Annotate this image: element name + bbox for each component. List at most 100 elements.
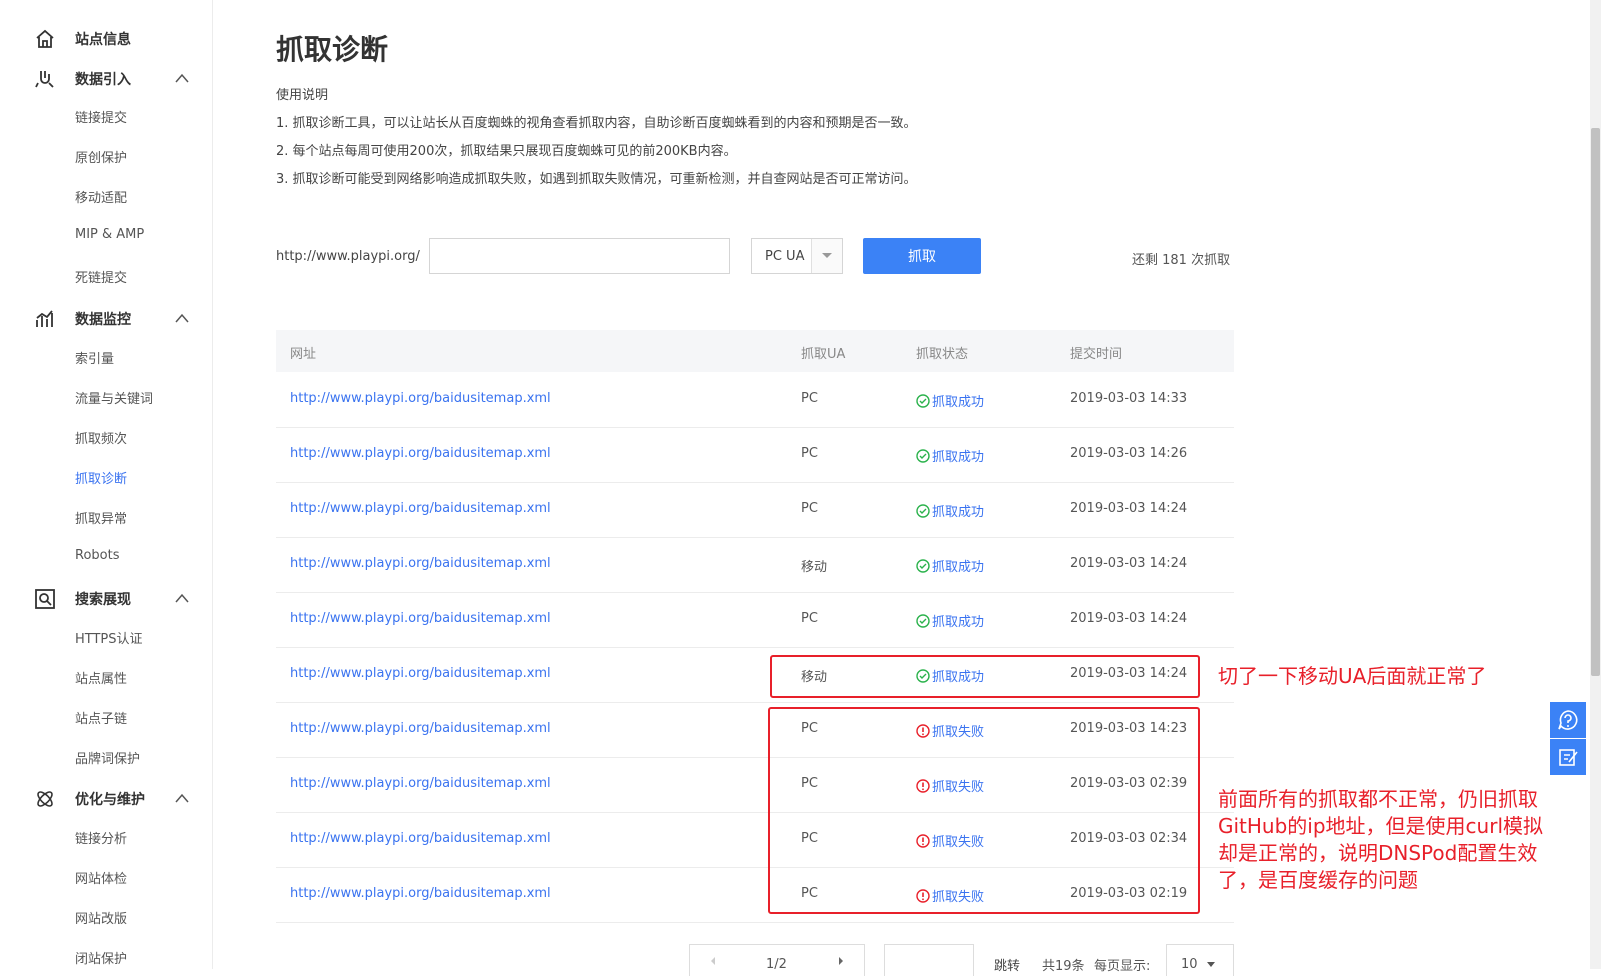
row-time: 2019-03-03 14:24 (1070, 556, 1188, 571)
row-status[interactable]: 抓取成功 (916, 556, 984, 575)
sidebar-item-deadlink[interactable]: 死链提交 (75, 267, 127, 286)
sidebar-item-mip-amp[interactable]: MIP & AMP (75, 227, 144, 242)
help-button[interactable] (1550, 702, 1586, 738)
sidebar-item-link-analysis[interactable]: 链接分析 (75, 828, 127, 847)
row-url-link[interactable]: http://www.playpi.org/baidusitemap.xml (290, 611, 551, 626)
row-url-link[interactable]: http://www.playpi.org/baidusitemap.xml (290, 501, 551, 516)
table-row: http://www.playpi.org/baidusitemap.xml 移动… (276, 537, 1234, 593)
ua-select-arrow[interactable] (811, 239, 842, 273)
ua-select[interactable]: PC UA (751, 238, 843, 274)
annotation-note-1: 切了一下移动UA后面就正常了 (1218, 664, 1487, 688)
total-count: 共19条 (1042, 959, 1085, 974)
sidebar-item-crawl-diagnosis[interactable]: 抓取诊断 (75, 468, 127, 487)
sidebar-item-crawl-frequency[interactable]: 抓取频次 (75, 428, 127, 447)
sidebar-item-close-protect[interactable]: 闭站保护 (75, 948, 127, 967)
annotation-note-line: GitHub的ip地址，但是使用curl模拟 (1218, 814, 1544, 838)
page-size-select[interactable]: 10 (1166, 944, 1234, 976)
table-header: 网址 抓取UA 抓取状态 提交时间 (276, 330, 1234, 372)
chevron-up-icon (175, 313, 189, 323)
instruction-line: 2. 每个站点每周可使用200次，抓取结果只展现百度蜘蛛可见的前200KB内容。 (276, 144, 737, 159)
sidebar-item-brand-protect[interactable]: 品牌词保护 (75, 748, 140, 767)
sidebar-item-site-info[interactable]: 站点信息 (0, 18, 212, 58)
sidebar-item-mobile-adapt[interactable]: 移动适配 (75, 187, 127, 206)
row-status-label: 抓取成功 (932, 395, 985, 410)
feedback-icon (1559, 749, 1578, 766)
row-ua: PC (801, 611, 818, 626)
instruction-line: 1. 抓取诊断工具，可以让站长从百度蜘蛛的视角查看抓取内容，自助诊断百度蜘蛛看到… (276, 116, 917, 131)
sidebar-item-traffic-keywords[interactable]: 流量与关键词 (75, 388, 153, 407)
row-ua: PC (801, 501, 818, 516)
sidebar-item-index-count[interactable]: 索引量 (75, 348, 114, 367)
chart-icon (36, 310, 53, 327)
remaining-count: 还剩 181 次抓取 (1132, 253, 1231, 268)
atom-icon (37, 791, 53, 807)
sidebar-group-search-display[interactable]: 搜索展现 (0, 578, 212, 618)
row-status-label: 抓取成功 (932, 505, 985, 520)
row-url-link[interactable]: http://www.playpi.org/baidusitemap.xml (290, 391, 551, 406)
row-url-link[interactable]: http://www.playpi.org/baidusitemap.xml (290, 776, 551, 791)
row-status[interactable]: 抓取成功 (916, 391, 984, 410)
row-ua: PC (801, 391, 818, 406)
ua-select-value: PC UA (765, 249, 805, 264)
sidebar-group-label: 数据监控 (75, 312, 131, 328)
header-time: 提交时间 (1070, 347, 1123, 362)
sidebar-group-data-monitor[interactable]: 数据监控 (0, 298, 212, 338)
sidebar-item-site-check[interactable]: 网站体检 (75, 868, 127, 887)
row-time: 2019-03-03 14:24 (1070, 611, 1188, 626)
annotation-note-line: 却是正常的，说明DNSPod配置生效 (1218, 841, 1538, 865)
row-url-link[interactable]: http://www.playpi.org/baidusitemap.xml (290, 556, 551, 571)
sidebar-item-site-revision[interactable]: 网站改版 (75, 908, 127, 927)
sidebar-item-https[interactable]: HTTPS认证 (75, 628, 143, 647)
row-status[interactable]: 抓取成功 (916, 501, 984, 520)
sidebar-item-label: 站点信息 (75, 32, 131, 48)
page-title: 抓取诊断 (276, 33, 389, 66)
sidebar-item-robots[interactable]: Robots (75, 548, 119, 563)
sidebar-item-crawl-errors[interactable]: 抓取异常 (75, 508, 127, 527)
per-page-label: 每页显示: (1094, 959, 1151, 974)
table-row: http://www.playpi.org/baidusitemap.xml PC… (276, 592, 1234, 648)
row-url-link[interactable]: http://www.playpi.org/baidusitemap.xml (290, 446, 551, 461)
pagination: 1/2 (689, 944, 865, 976)
feedback-button[interactable] (1550, 739, 1586, 775)
domain-prefix: http://www.playpi.org/ (276, 249, 420, 264)
success-check-icon (916, 614, 930, 628)
fetch-button[interactable]: 抓取 (863, 238, 981, 274)
sidebar-group-label: 优化与维护 (75, 792, 145, 808)
sidebar-item-link-submit[interactable]: 链接提交 (75, 107, 127, 126)
row-ua: 移动 (801, 560, 828, 575)
row-url-link[interactable]: http://www.playpi.org/baidusitemap.xml (290, 666, 551, 681)
home-icon (36, 29, 54, 48)
sidebar-group-optimize[interactable]: 优化与维护 (0, 778, 212, 818)
sidebar-item-original-protect[interactable]: 原创保护 (75, 147, 127, 166)
chevron-up-icon (175, 73, 189, 83)
header-url: 网址 (290, 347, 317, 362)
row-status-label: 抓取成功 (932, 615, 985, 630)
row-url-link[interactable]: http://www.playpi.org/baidusitemap.xml (290, 886, 551, 901)
annotation-box-failures (768, 707, 1200, 914)
annotation-box-mobile-ua (770, 655, 1200, 698)
row-status[interactable]: 抓取成功 (916, 446, 984, 465)
sidebar-item-site-attr[interactable]: 站点属性 (75, 668, 127, 687)
sidebar-group-data-import[interactable]: 数据引入 (0, 58, 212, 98)
row-time: 2019-03-03 14:26 (1070, 446, 1188, 461)
page-indicator: 1/2 (766, 957, 787, 972)
import-icon (35, 71, 54, 88)
row-time: 2019-03-03 14:33 (1070, 391, 1188, 406)
sidebar-group-label: 搜索展现 (75, 592, 131, 608)
jump-page-input[interactable] (884, 944, 974, 976)
row-status[interactable]: 抓取成功 (916, 611, 984, 630)
row-url-link[interactable]: http://www.playpi.org/baidusitemap.xml (290, 831, 551, 846)
chevron-left-icon[interactable] (710, 956, 716, 966)
search-display-icon (35, 589, 55, 609)
row-url-link[interactable]: http://www.playpi.org/baidusitemap.xml (290, 721, 551, 736)
page-scrollbar[interactable] (1590, 0, 1601, 969)
scrollbar-thumb[interactable] (1591, 128, 1600, 676)
row-ua: PC (801, 446, 818, 461)
row-status-label: 抓取成功 (932, 450, 985, 465)
jump-button[interactable]: 跳转 (994, 955, 1020, 974)
sidebar-item-sitelinks[interactable]: 站点子链 (75, 708, 127, 727)
url-path-input[interactable] (429, 238, 730, 274)
chevron-right-icon[interactable] (838, 956, 844, 966)
header-status: 抓取状态 (916, 347, 969, 362)
page-size-value: 10 (1181, 957, 1198, 972)
